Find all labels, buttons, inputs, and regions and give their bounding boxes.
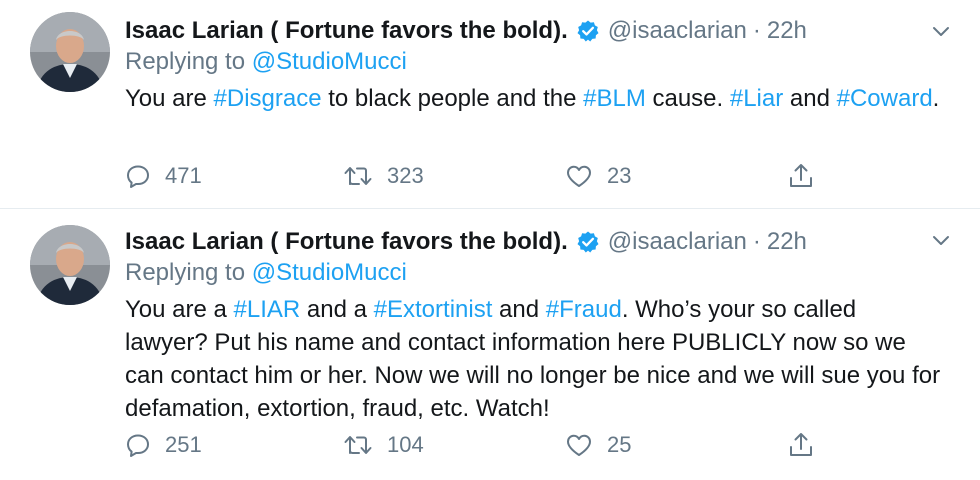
tweet-text: You are #Disgrace to black people and th… [125,82,945,115]
retweet-button[interactable]: 323 [343,158,424,194]
tweet-text-segment: . [932,85,940,112]
tweet-header: Isaac Larian ( Fortune favors the bold).… [125,14,807,48]
replying-to: Replying to @StudioMucci [125,48,407,76]
tweet-text-segment: and [783,85,837,112]
reply-count: 471 [165,163,202,188]
avatar[interactable] [30,12,110,92]
avatar[interactable] [30,225,110,305]
separator-dot: · [752,17,761,44]
retweet-icon [344,436,372,454]
verified-badge-icon [576,230,600,254]
replying-to-label: Replying to [125,48,252,75]
tweet-text-segment: and [492,296,546,323]
reply-button[interactable]: 251 [125,427,202,463]
hashtag-link[interactable]: #Coward [837,85,933,112]
replying-to: Replying to @StudioMucci [125,259,407,287]
share-upload-icon [790,433,812,456]
tweet-text-segment: You are [125,85,214,112]
like-button[interactable]: 25 [565,427,631,463]
tweet[interactable]: Isaac Larian ( Fortune favors the bold).… [0,208,980,480]
hashtag-link[interactable]: #LIAR [234,296,301,323]
separator-dot: · [752,228,761,255]
author-handle[interactable]: @isaaclarian [608,228,747,256]
like-button[interactable]: 23 [565,158,631,194]
hashtag-link[interactable]: #Disgrace [214,85,322,112]
hashtag-link[interactable]: #Extortinist [374,296,493,323]
retweet-icon [344,167,372,185]
tweet[interactable]: Isaac Larian ( Fortune favors the bold).… [0,0,980,208]
chevron-down-icon[interactable] [930,229,952,256]
hashtag-link[interactable]: #Fraud [546,296,622,323]
hashtag-link[interactable]: #BLM [583,85,646,112]
tweet-text-segment: cause. [645,85,730,112]
hashtag-link[interactable]: #Liar [730,85,783,112]
tweet-actions: 251 104 25 [125,427,845,463]
replying-to-mention[interactable]: @StudioMucci [252,48,407,75]
reply-bubble-icon [127,165,149,188]
chevron-down-icon[interactable] [930,20,952,47]
tweet-text-segment: You are a [125,296,234,323]
tweet-text: You are a #LIAR and a #Extortinist and #… [125,293,945,425]
like-count: 23 [607,163,632,188]
heart-icon [567,165,591,187]
tweet-text-segment: to black people and the [321,85,584,112]
tweet-header: Isaac Larian ( Fortune favors the bold).… [125,225,807,259]
author-name[interactable]: Isaac Larian ( Fortune favors the bold). [125,17,568,45]
retweet-button[interactable]: 104 [343,427,424,463]
share-upload-icon [790,164,812,187]
retweet-count: 104 [387,432,424,457]
share-button[interactable] [787,158,829,194]
share-button[interactable] [787,427,829,463]
reply-button[interactable]: 471 [125,158,202,194]
retweet-count: 323 [387,163,424,188]
author-name[interactable]: Isaac Larian ( Fortune favors the bold). [125,228,568,256]
reply-count: 251 [165,432,202,457]
timestamp[interactable]: 22h [767,17,807,45]
like-count: 25 [607,432,632,457]
verified-badge-icon [576,19,600,43]
heart-icon [567,434,591,456]
reply-bubble-icon [127,434,149,457]
tweet-text-segment: and a [300,296,374,323]
replying-to-mention[interactable]: @StudioMucci [252,259,407,286]
replying-to-label: Replying to [125,259,252,286]
author-handle[interactable]: @isaaclarian [608,17,747,45]
tweet-actions: 471 323 23 [125,158,845,194]
timestamp[interactable]: 22h [767,228,807,256]
